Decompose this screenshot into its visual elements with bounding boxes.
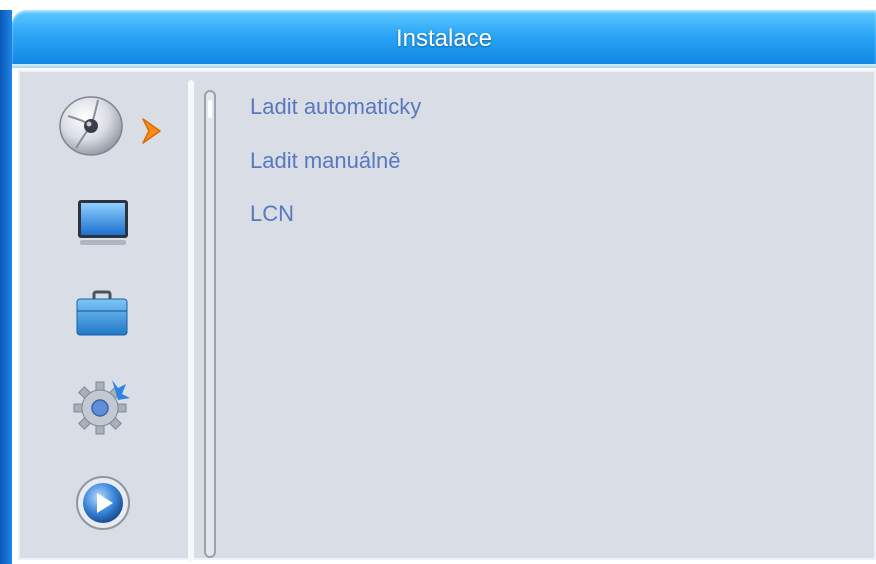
briefcase-icon <box>76 290 128 336</box>
play-icon <box>76 476 130 530</box>
page-title: Instalace <box>395 25 493 52</box>
scrollbar-thumb[interactable] <box>208 100 212 118</box>
selection-arrow <box>138 116 166 146</box>
gear-icon <box>73 380 130 435</box>
sidebar-item-media[interactable] <box>74 474 132 532</box>
tv-icon <box>78 200 128 245</box>
menu-item-lcn[interactable]: LCN <box>250 199 294 229</box>
sidebar-item-tv[interactable] <box>76 198 130 248</box>
chevron-right-icon <box>142 118 161 144</box>
sidebar-item-installation[interactable] <box>58 92 128 158</box>
menu-item-auto-scan[interactable]: Ladit automaticky <box>250 92 421 122</box>
sidebar-divider <box>188 80 194 562</box>
sidebar-item-settings[interactable] <box>72 376 132 436</box>
sidebar <box>18 70 190 560</box>
title-bar-underline <box>12 64 876 68</box>
title-bar: Instalace <box>12 10 876 66</box>
menu-item-manual-scan[interactable]: Ladit manuálně <box>250 146 400 176</box>
left-edge-border <box>0 10 12 564</box>
satellite-dish-icon <box>59 96 123 156</box>
scrollbar[interactable] <box>204 90 216 558</box>
sidebar-item-tools[interactable] <box>74 288 130 340</box>
screen: Instalace Ladit automaticky Ladit manuál… <box>0 0 876 564</box>
